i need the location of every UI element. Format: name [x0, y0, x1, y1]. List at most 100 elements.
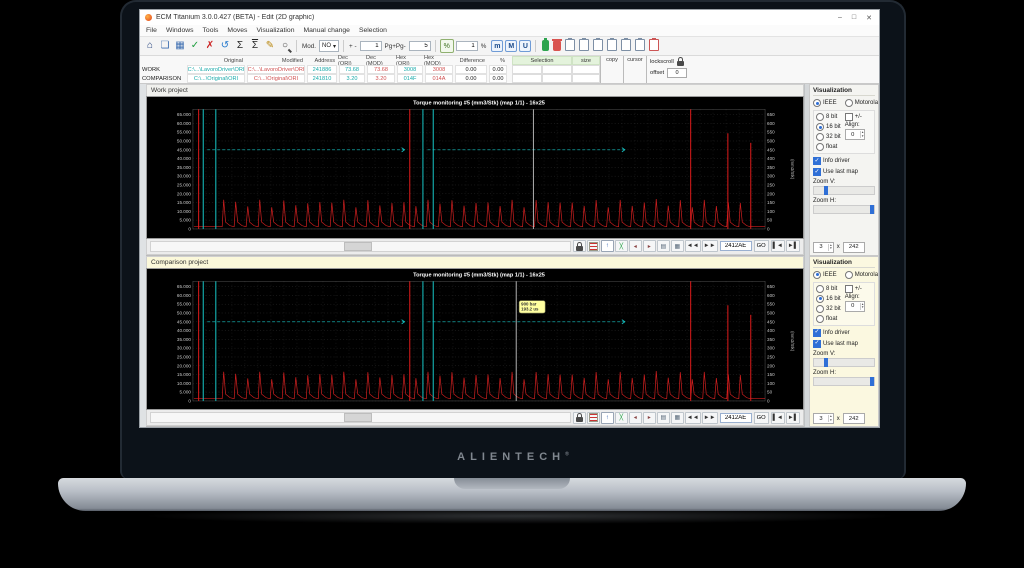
lock-icon[interactable] — [573, 240, 586, 252]
cell-original[interactable]: C:\...\LavoroDriver\ORI — [187, 65, 245, 74]
comparison-address-input[interactable] — [720, 413, 752, 423]
comparison-chart-canvas[interactable]: 65.00060.00055.00050.00045.00040.00035.0… — [147, 269, 803, 410]
cell-dec_ori[interactable]: 73.68 — [339, 65, 365, 74]
next-icon[interactable]: ▸ — [643, 412, 656, 424]
pg-input[interactable] — [409, 41, 431, 51]
crosshair-icon[interactable]: ╳ — [615, 240, 628, 252]
work-chart-canvas[interactable]: 65.00060.00055.00050.00045.00040.00035.0… — [147, 97, 803, 238]
export-up-icon[interactable]: ↑ — [601, 240, 614, 252]
align-stepper[interactable]: 0▴▾ — [845, 301, 866, 312]
stepper-arrows-icon[interactable]: ▴▾ — [828, 415, 833, 422]
clipboard-red-icon[interactable] — [649, 39, 659, 53]
cols-value[interactable]: 242 — [843, 413, 865, 424]
radio-float[interactable]: float — [816, 315, 841, 323]
cell-original[interactable]: C:\...\Original\ORI — [187, 74, 245, 83]
export-up-icon[interactable]: ↑ — [601, 412, 614, 424]
copy-label[interactable]: copy — [606, 56, 618, 63]
undo-icon[interactable]: ↺ — [218, 39, 232, 53]
sum-icon[interactable]: Σ — [233, 39, 247, 53]
selection-cell[interactable] — [542, 74, 572, 83]
radio-8-bit[interactable]: 8 bit — [816, 113, 841, 121]
lockscroll-icon[interactable] — [677, 61, 684, 66]
cell-hex_ori[interactable]: 3008 — [397, 65, 423, 74]
selection-cell[interactable] — [572, 65, 600, 74]
main-save-icon[interactable]: ▦ — [173, 39, 187, 53]
step-forward-icon[interactable]: ►▌ — [786, 240, 800, 252]
battery-icon[interactable] — [542, 39, 549, 53]
zoom-v-slider[interactable] — [813, 186, 875, 195]
cell-hex_mod[interactable]: 014A — [425, 74, 453, 83]
grid-view-icon[interactable]: ▦ — [671, 412, 684, 424]
maximize-button[interactable]: □ — [852, 14, 856, 22]
work-address-input[interactable] — [720, 241, 752, 251]
checkbox-use-last-map[interactable]: Use last map — [813, 340, 875, 348]
main-layers-icon[interactable]: ❏ — [158, 39, 172, 53]
cell-hex_mod[interactable]: 3008 — [425, 65, 453, 74]
percent-input[interactable] — [456, 41, 478, 51]
step-back-icon[interactable]: ▌◄ — [771, 412, 785, 424]
selection-cell[interactable] — [512, 74, 542, 83]
zoom-h-slider-thumb[interactable] — [870, 377, 874, 386]
zoom-h-slider[interactable] — [813, 377, 875, 386]
radio-float[interactable]: float — [816, 143, 841, 151]
zoom-v-slider-thumb[interactable] — [824, 358, 828, 367]
checkbox-use-last-map[interactable]: Use last map — [813, 168, 875, 176]
comparison-go-button[interactable]: GO — [754, 412, 769, 424]
mod-select[interactable]: NO▾ — [319, 40, 339, 52]
cell-address[interactable]: 241886 — [307, 65, 337, 74]
radio-16-bit[interactable]: 16 bit — [816, 123, 841, 131]
align-stepper[interactable]: 0▴▾ — [845, 129, 866, 140]
cell-dec_mod[interactable]: 73.68 — [367, 65, 395, 74]
radio-32-bit[interactable]: 32 bit — [816, 133, 841, 141]
cursor-label[interactable]: cursor — [627, 56, 643, 63]
cell-pct[interactable]: 0.00 — [489, 65, 507, 74]
prev-icon[interactable]: ◂ — [629, 412, 642, 424]
comparison-hscrollbar[interactable] — [150, 412, 571, 423]
unit-button[interactable]: U — [519, 40, 531, 52]
menu-moves[interactable]: Moves — [227, 27, 247, 34]
work-hscroll-thumb[interactable] — [344, 242, 372, 251]
cell-address[interactable]: 241810 — [307, 74, 337, 83]
menu-file[interactable]: File — [146, 27, 157, 34]
stepper-arrows-icon[interactable]: ▴▾ — [828, 244, 833, 251]
cell-dec_mod[interactable]: 3.20 — [367, 74, 395, 83]
selection-cell[interactable] — [542, 65, 572, 74]
cols-value[interactable]: 242 — [843, 242, 865, 253]
page-first-icon[interactable]: ◄◄ — [685, 412, 701, 424]
clipboard-4-icon[interactable] — [607, 39, 617, 53]
selection-cell[interactable] — [572, 74, 600, 83]
page-last-icon[interactable]: ►► — [702, 240, 718, 252]
legend-icon[interactable] — [587, 412, 600, 424]
percent-icon[interactable]: % — [440, 39, 454, 53]
radio-8-bit[interactable]: 8 bit — [816, 285, 841, 293]
checkbox-info-driver[interactable]: Info driver — [813, 157, 875, 165]
rows-stepper[interactable]: 3▴▾ — [813, 242, 834, 253]
clipboard-6-icon[interactable] — [635, 39, 645, 53]
main-zoom-icon[interactable]: ○ — [278, 39, 292, 53]
radio-ieee[interactable]: IEEE — [813, 99, 837, 107]
cell-pct[interactable]: 0.00 — [489, 74, 507, 83]
min-button[interactable]: m — [491, 40, 503, 52]
page-last-icon[interactable]: ►► — [702, 412, 718, 424]
edit-icon[interactable]: ✎ — [263, 39, 277, 53]
legend-icon[interactable] — [587, 240, 600, 252]
grid-view-icon[interactable]: ▦ — [671, 240, 684, 252]
selection-cell[interactable] — [512, 65, 542, 74]
signed-checkbox[interactable]: +/- — [845, 285, 862, 293]
next-icon[interactable]: ▸ — [643, 240, 656, 252]
cell-difference[interactable]: 0.00 — [455, 74, 487, 83]
clipboard-2-icon[interactable] — [579, 39, 589, 53]
offset-value[interactable]: 0 — [667, 68, 687, 78]
zoom-v-slider[interactable] — [813, 358, 875, 367]
rows-stepper[interactable]: 3▴▾ — [813, 413, 834, 424]
stepper-arrows-icon[interactable]: ▴▾ — [860, 131, 865, 138]
lock-icon[interactable] — [573, 412, 586, 424]
step-forward-icon[interactable]: ►▌ — [786, 412, 800, 424]
max-button[interactable]: M — [505, 40, 517, 52]
step-back-icon[interactable]: ▌◄ — [771, 240, 785, 252]
sum-bar-icon[interactable]: Σ — [248, 39, 262, 53]
plusminus-input[interactable] — [360, 41, 382, 51]
menu-windows[interactable]: Windows — [166, 27, 194, 34]
work-go-button[interactable]: GO — [754, 240, 769, 252]
radio-motorola[interactable]: Motorola — [845, 271, 878, 279]
